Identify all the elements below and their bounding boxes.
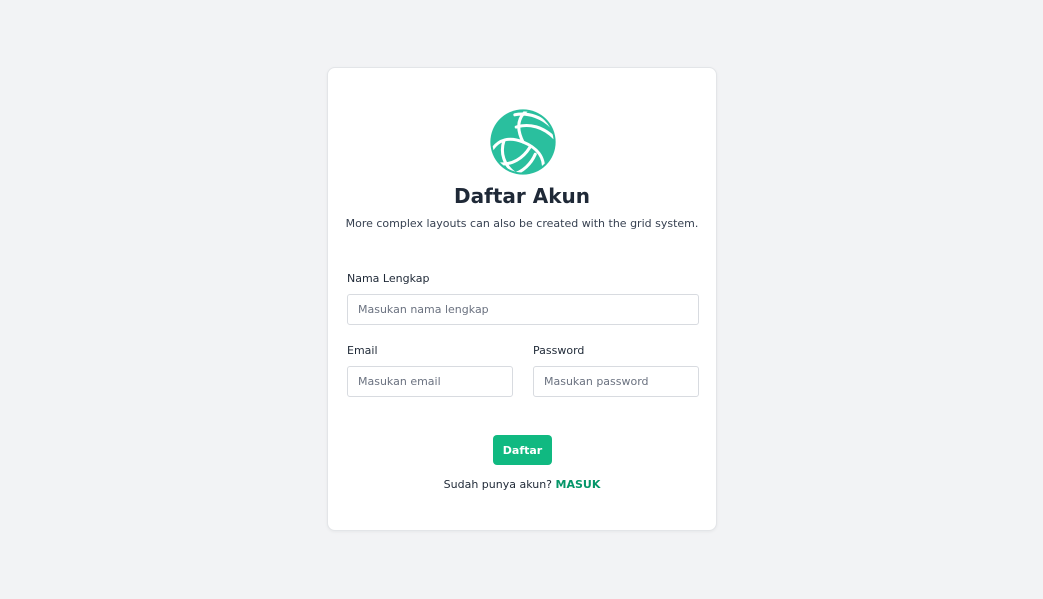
email-label: Email [347, 344, 378, 357]
page-subtitle: More complex layouts can also be created… [345, 217, 699, 230]
password-input[interactable] [533, 366, 699, 397]
login-prompt-text: Sudah punya akun? [443, 478, 553, 491]
register-card: Daftar Akun More complex layouts can als… [327, 67, 717, 531]
login-prompt: Sudah punya akun? MASUK [328, 477, 716, 493]
fullname-label: Nama Lengkap [347, 272, 430, 285]
login-link[interactable]: MASUK [556, 478, 601, 491]
email-input[interactable] [347, 366, 513, 397]
fullname-input[interactable] [347, 294, 699, 325]
volleyball-icon [490, 109, 556, 175]
register-button[interactable]: Daftar [493, 435, 552, 465]
page-title: Daftar Akun [454, 184, 590, 208]
password-label: Password [533, 344, 585, 357]
